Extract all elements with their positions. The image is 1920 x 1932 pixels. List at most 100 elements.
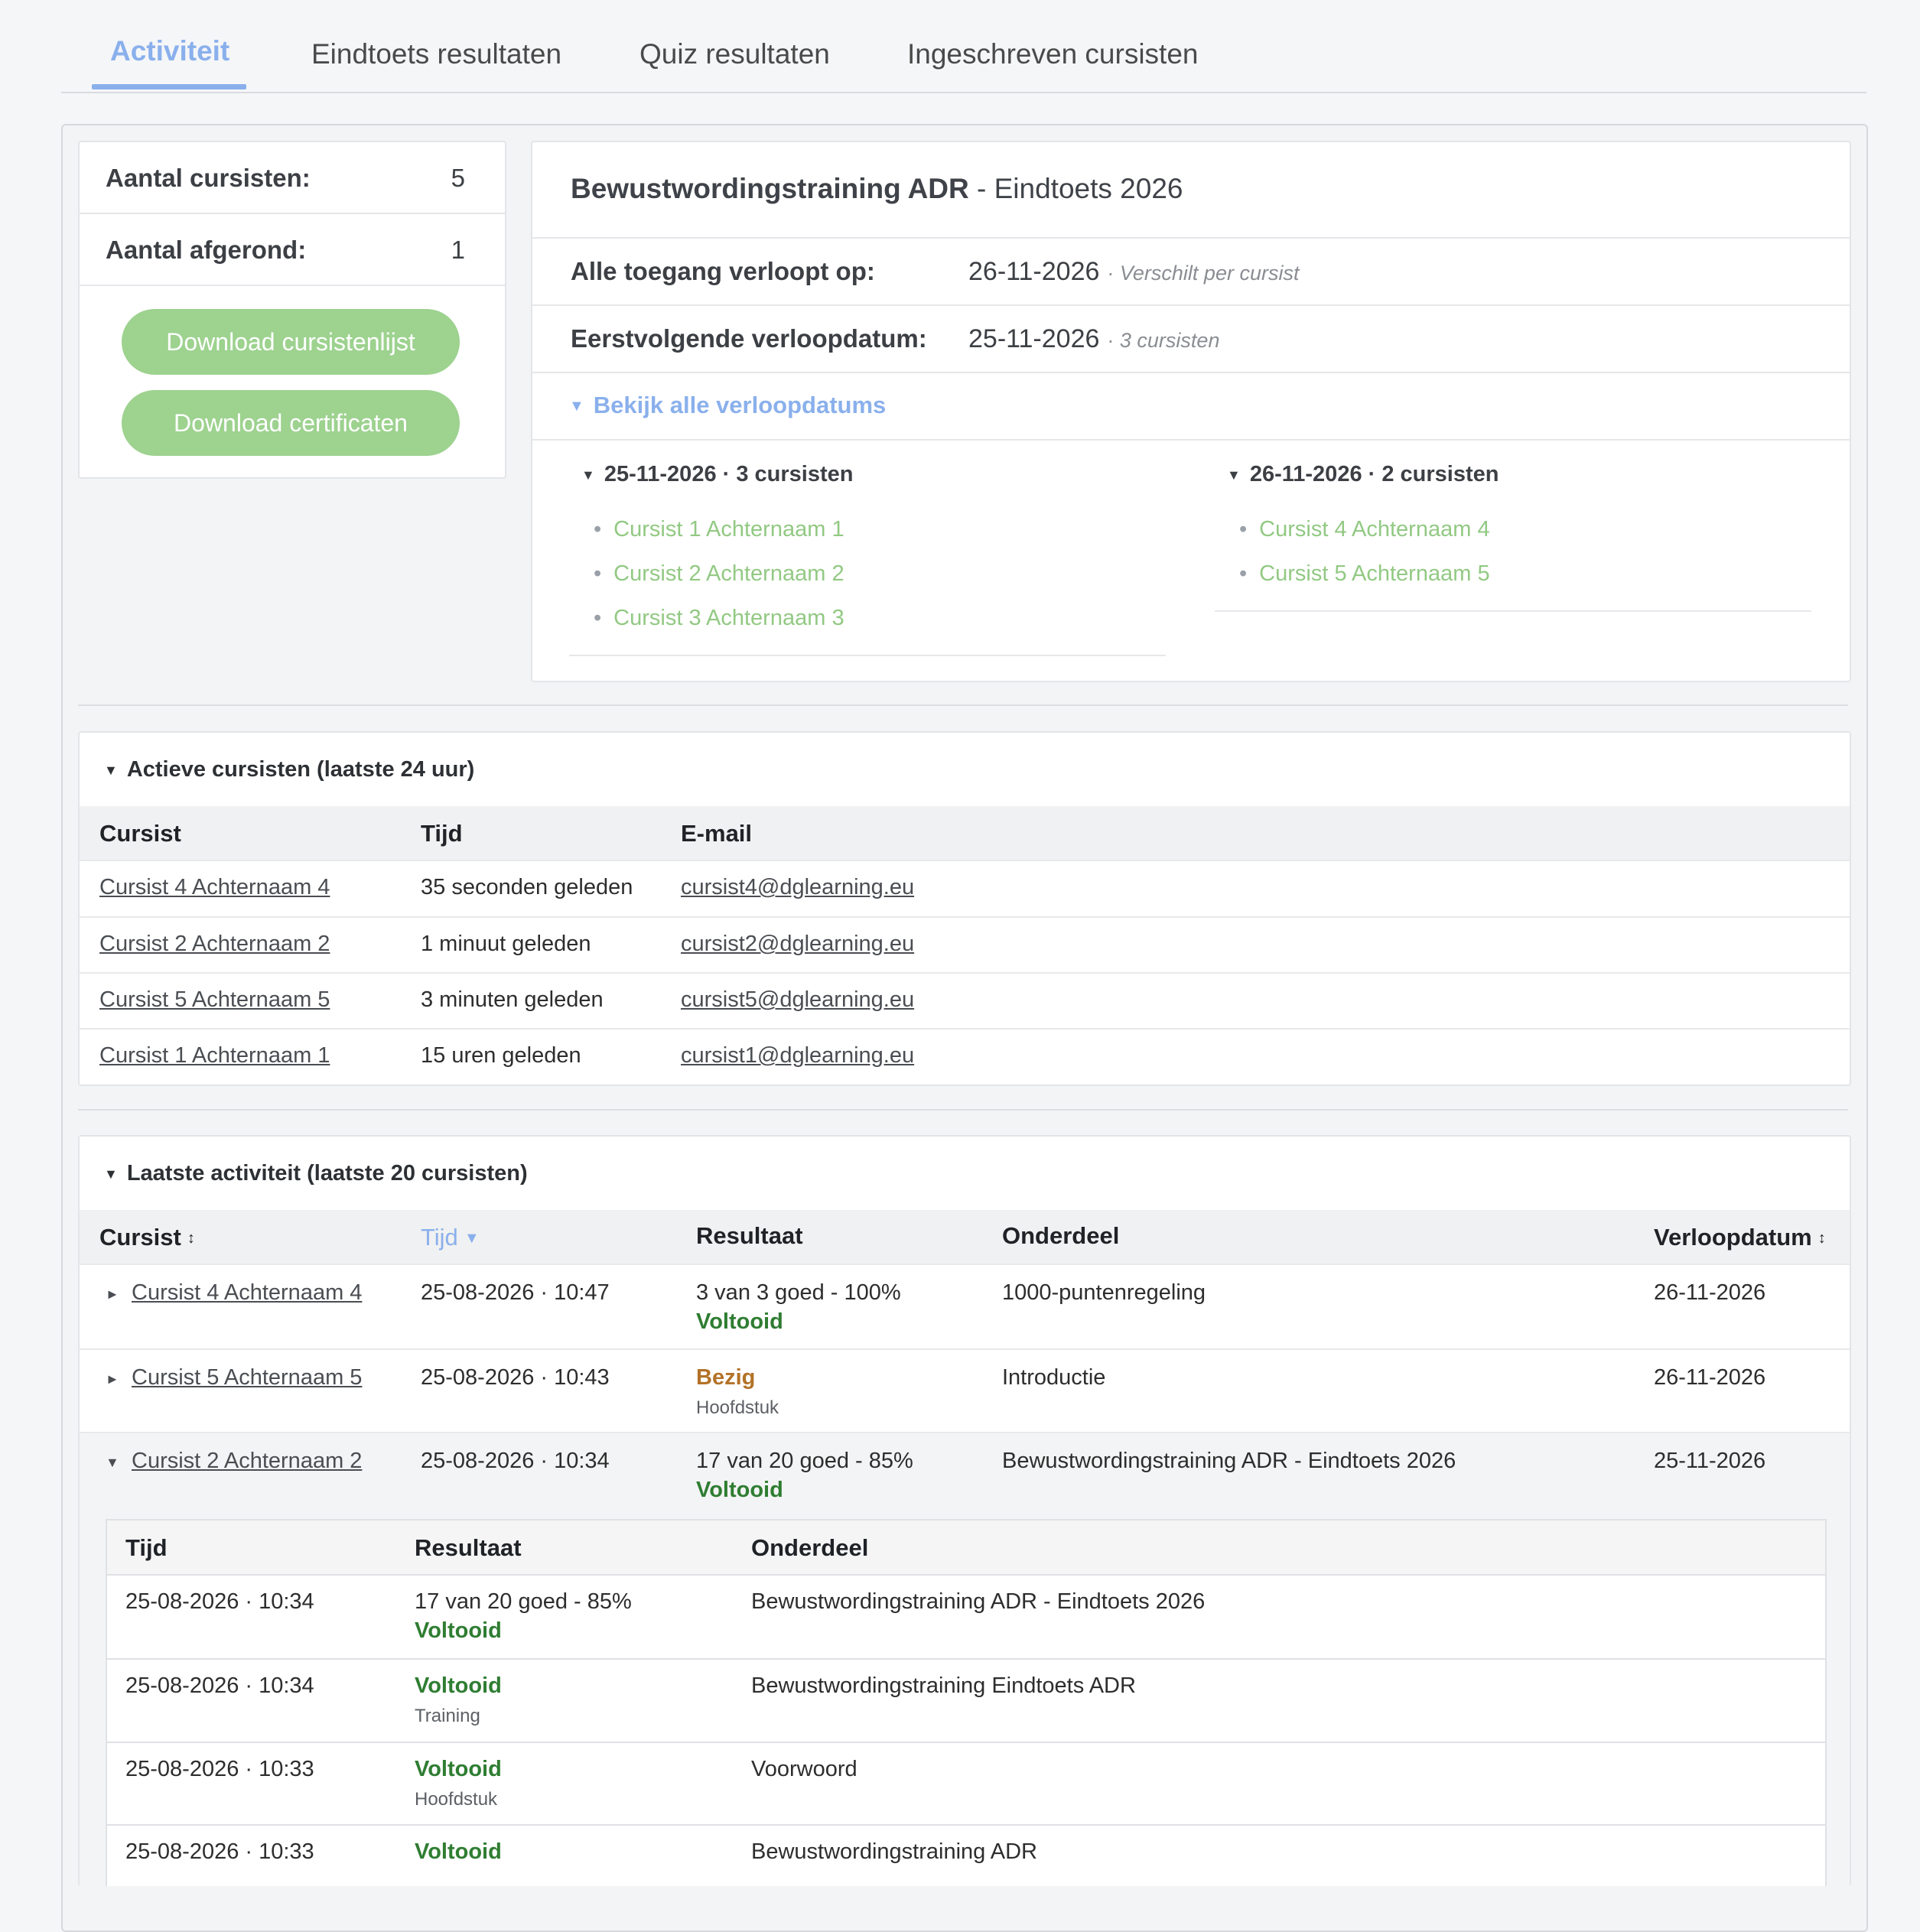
expiry-group-list: Cursist 4 Achternaam 4 Cursist 5 Achtern… [1239,517,1489,606]
email-link[interactable]: cursist4@dglearning.eu [681,875,914,900]
divider [78,1109,1848,1111]
student-link[interactable]: Cursist 5 Achternaam 5 [132,1365,362,1390]
sort-icon: ↕ [187,1230,195,1247]
expiry-group-title[interactable]: ▼ 25-11-2026 · 3 cursisten [581,462,853,487]
caret-down-icon: ▼ [581,467,595,483]
tab-ingeschreven-cursisten[interactable]: Ingeschreven cursisten [907,38,1198,70]
last-seen: 1 minuut geleden [421,932,591,956]
activity-result: 17 van 20 goed - 85% [415,1589,632,1614]
status-badge: Voltooid [415,1673,502,1698]
last-seen: 15 uren geleden [421,1043,581,1068]
tab-quiz-resultaten[interactable]: Quiz resultaten [639,38,830,70]
divider [78,704,1848,706]
next-expiry-value: 25-11-2026 · 3 cursisten [968,324,1220,353]
list-item[interactable]: Cursist 4 Achternaam 4 [1239,517,1489,561]
list-item[interactable]: Cursist 3 Achternaam 3 [594,606,844,650]
status-badge: Voltooid [415,1757,502,1781]
activity-part: Bewustwordingstraining ADR - Eindtoets 2… [751,1589,1206,1614]
table-row: ► Cursist 5 Achternaam 5 25-08-2026 · 10… [80,1348,1850,1433]
col-resultaat: Resultaat [696,1222,803,1249]
email-link[interactable]: cursist1@dglearning.eu [681,1043,914,1068]
expiry-date: 25-11-2026 [1654,1449,1766,1473]
download-certificates-button[interactable]: Download certificaten [122,390,460,456]
stat-students-value: 5 [451,164,465,192]
stats-card: Aantal cursisten: 5 Aantal afgerond: 1 D… [78,141,506,479]
expiry-toggle-row: ▼ Bekijk alle verloopdatums [532,373,1850,441]
course-header: Bewustwordingstraining ADR - Eindtoets 2… [532,142,1850,239]
list-item[interactable]: Cursist 2 Achternaam 2 [594,561,844,606]
course-detail-card: Bewustwordingstraining ADR - Eindtoets 2… [531,141,1851,682]
expiry-group-title[interactable]: ▼ 26-11-2026 · 2 cursisten [1227,462,1499,487]
expiry-date: 26-11-2026 [1654,1280,1766,1305]
student-link[interactable]: Cursist 1 Achternaam 1 [99,1043,330,1068]
list-item[interactable]: Cursist 5 Achternaam 5 [1239,561,1489,606]
col-tijd-sorted[interactable]: Tijd ▼ [421,1224,480,1251]
table-row: Cursist 2 Achternaam 2 1 minuut geleden … [80,916,1850,973]
activity-type: Training [415,1706,480,1726]
student-link[interactable]: Cursist 2 Achternaam 2 [132,1449,362,1474]
student-link[interactable]: Cursist 5 Achternaam 5 [99,987,330,1013]
last-seen: 3 minuten geleden [421,987,604,1012]
activity-result: 3 van 3 goed - 100% [696,1280,901,1305]
active-students-section: ▼ Actieve cursisten (laatste 24 uur) Curs… [78,731,1851,1086]
latest-activity-section: ▼ Laatste activiteit (laatste 20 cursiste… [78,1135,1851,1886]
status-badge: Voltooid [415,1839,502,1864]
divider [1215,610,1811,612]
active-students-toggle[interactable]: ▼ Actieve cursisten (laatste 24 uur) [104,757,474,782]
activity-type: Hoofdstuk [696,1397,779,1418]
last-seen: 35 seconden geleden [421,875,633,899]
tab-bar: Activiteit Eindtoets resultaten Quiz res… [61,0,1866,93]
table-header: Tijd Resultaat Onderdeel [107,1521,1825,1574]
tab-eindtoets-resultaten[interactable]: Eindtoets resultaten [311,38,561,70]
access-expiry-label: Alle toegang verloopt op: [571,257,875,285]
activity-part: 1000-puntenregeling [1002,1280,1206,1305]
email-link[interactable]: cursist5@dglearning.eu [681,987,914,1013]
status-badge: Voltooid [696,1309,783,1334]
student-link[interactable]: Cursist 4 Achternaam 4 [132,1280,362,1306]
expand-row-icon[interactable]: ► [106,1286,119,1303]
stat-students-label: Aantal cursisten: [106,164,311,192]
student-link[interactable]: Cursist 4 Achternaam 4 [99,875,330,900]
status-badge: Voltooid [415,1618,502,1643]
tab-activiteit[interactable]: Activiteit [110,35,229,67]
table-row: 25-08-2026 · 10:34 Voltooid Training Bew… [107,1658,1825,1742]
caret-down-icon: ▼ [1227,467,1241,483]
stat-completed: Aantal afgerond: 1 [80,214,505,286]
activity-time: 25-08-2026 · 10:34 [125,1673,314,1698]
table-row: Cursist 1 Achternaam 1 15 uren geleden c… [80,1028,1850,1085]
status-badge: Voltooid [696,1478,783,1502]
table-header: Cursist Tijd E-mail [80,806,1850,860]
col-email: E-mail [681,820,753,847]
latest-activity-toggle[interactable]: ▼ Laatste activiteit (laatste 20 cursiste… [104,1161,528,1186]
table-row: 25-08-2026 · 10:33 Voltooid Bewustwordin… [107,1824,1825,1886]
access-expiry-value: 26-11-2026 · Verschilt per cursist [968,257,1300,286]
col-tijd: Tijd [421,820,463,847]
active-tab-indicator [92,84,246,89]
stat-students: Aantal cursisten: 5 [80,142,505,214]
col-cursist: Cursist [99,820,181,847]
activity-time: 25-08-2026 · 10:47 [421,1280,610,1305]
email-link[interactable]: cursist2@dglearning.eu [681,932,914,957]
activity-time: 25-08-2026 · 10:34 [125,1589,314,1614]
activity-result: 17 van 20 goed - 85% [696,1449,913,1473]
stat-completed-value: 1 [451,236,465,264]
download-student-list-button[interactable]: Download cursistenlijst [122,309,460,375]
activity-time: 25-08-2026 · 10:33 [125,1757,314,1781]
activity-part: Bewustwordingstraining ADR [751,1839,1037,1864]
collapse-row-icon[interactable]: ▼ [106,1455,119,1471]
list-item[interactable]: Cursist 1 Achternaam 1 [594,517,844,561]
col-verloopdatum-sortable[interactable]: Verloopdatum ↕ [1654,1224,1826,1251]
view-all-expiry-toggle[interactable]: ▼ Bekijk alle verloopdatums [569,392,886,419]
student-link[interactable]: Cursist 2 Achternaam 2 [99,932,330,957]
divider [569,655,1166,656]
col-resultaat: Resultaat [415,1534,522,1561]
sort-desc-icon: ▼ [464,1230,480,1247]
expand-row-icon[interactable]: ► [106,1371,119,1387]
course-title: Bewustwordingstraining ADR - Eindtoets 2… [571,173,1183,204]
col-tijd: Tijd [125,1534,168,1561]
caret-down-icon: ▼ [104,1166,118,1182]
col-cursist-sortable[interactable]: Cursist ↕ [99,1224,195,1251]
col-onderdeel: Onderdeel [751,1534,869,1561]
table-row: 25-08-2026 · 10:34 17 van 20 goed - 85% … [107,1574,1825,1658]
caret-down-icon: ▼ [104,762,118,778]
